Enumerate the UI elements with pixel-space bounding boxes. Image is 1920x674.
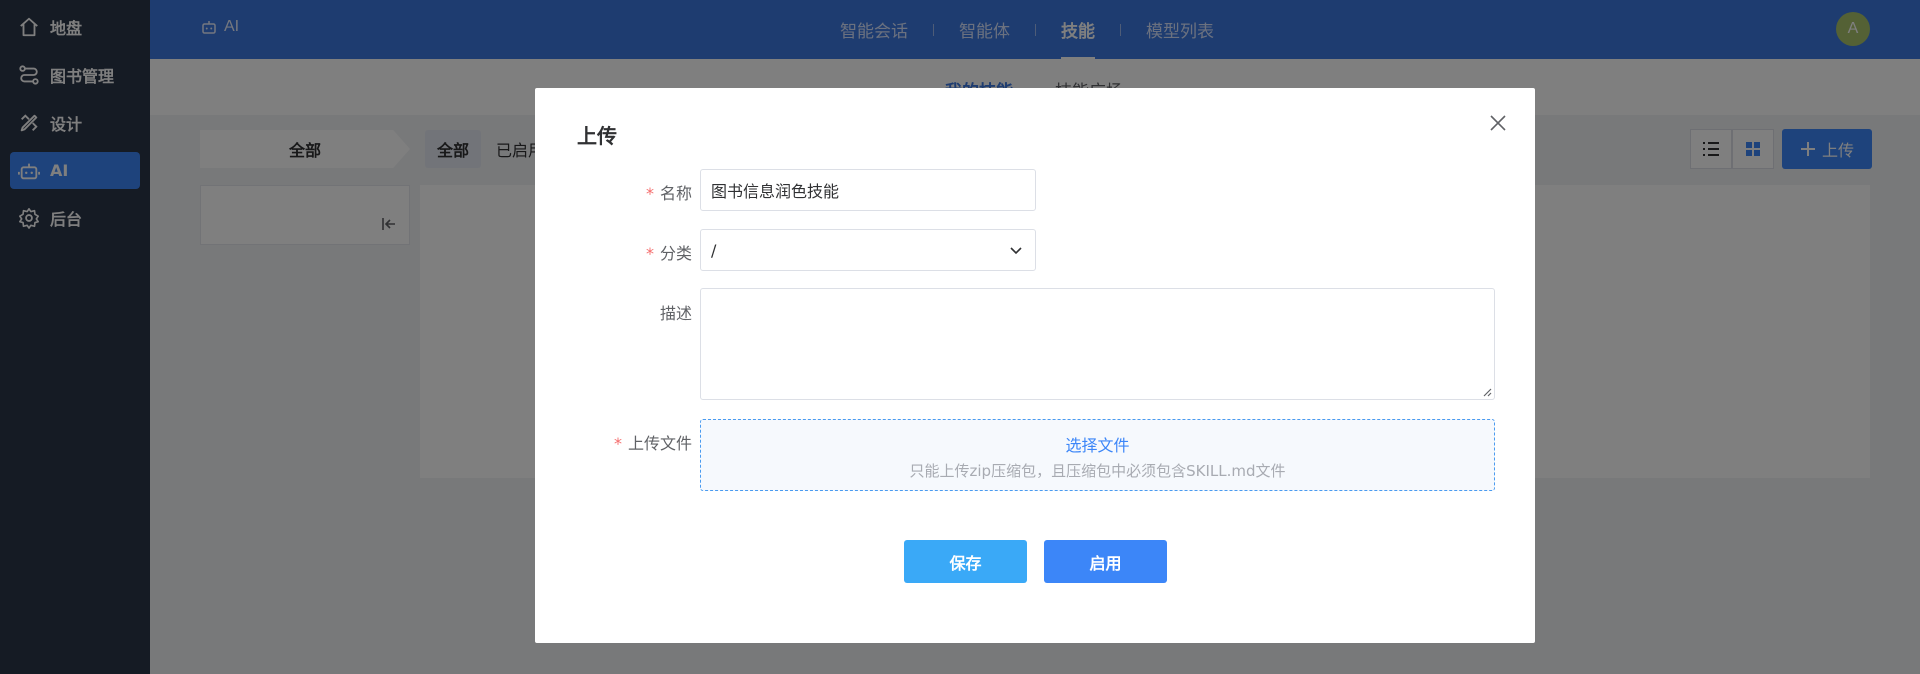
required-marker: * bbox=[645, 244, 654, 263]
resize-handle-icon[interactable] bbox=[1482, 387, 1492, 397]
category-label: * 分类 bbox=[646, 240, 692, 264]
name-label: * 名称 bbox=[646, 180, 692, 204]
name-label-text: 名称 bbox=[659, 184, 692, 203]
file-label-text: 上传文件 bbox=[627, 434, 692, 453]
file-dropzone[interactable]: 选择文件 只能上传zip压缩包，且压缩包中必须包含SKILL.md文件 bbox=[700, 419, 1495, 491]
choose-file-link[interactable]: 选择文件 bbox=[701, 432, 1494, 456]
file-upload-tip: 只能上传zip压缩包，且压缩包中必须包含SKILL.md文件 bbox=[909, 462, 1286, 480]
description-label-text: 描述 bbox=[659, 304, 692, 323]
dialog-title: 上传 bbox=[577, 124, 617, 148]
close-icon[interactable] bbox=[1489, 114, 1507, 132]
upload-dialog: 上传 * 名称 图书信息润色技能 * 分类 / 描述 * 上传文件 选择文件 只能上传… bbox=[535, 88, 1535, 643]
file-label: * 上传文件 bbox=[614, 430, 692, 454]
chevron-down-icon bbox=[1010, 247, 1022, 255]
save-button[interactable]: 保存 bbox=[904, 540, 1027, 583]
enable-button[interactable]: 启用 bbox=[1044, 540, 1167, 583]
category-label-text: 分类 bbox=[659, 244, 692, 263]
name-input[interactable]: 图书信息润色技能 bbox=[700, 169, 1036, 211]
category-select[interactable]: / bbox=[700, 229, 1036, 271]
required-marker: * bbox=[613, 434, 622, 453]
category-select-value: / bbox=[711, 240, 717, 260]
description-textarea[interactable] bbox=[700, 288, 1495, 400]
description-label: 描述 bbox=[660, 300, 692, 324]
required-marker: * bbox=[645, 184, 654, 203]
name-input-value: 图书信息润色技能 bbox=[711, 182, 840, 201]
